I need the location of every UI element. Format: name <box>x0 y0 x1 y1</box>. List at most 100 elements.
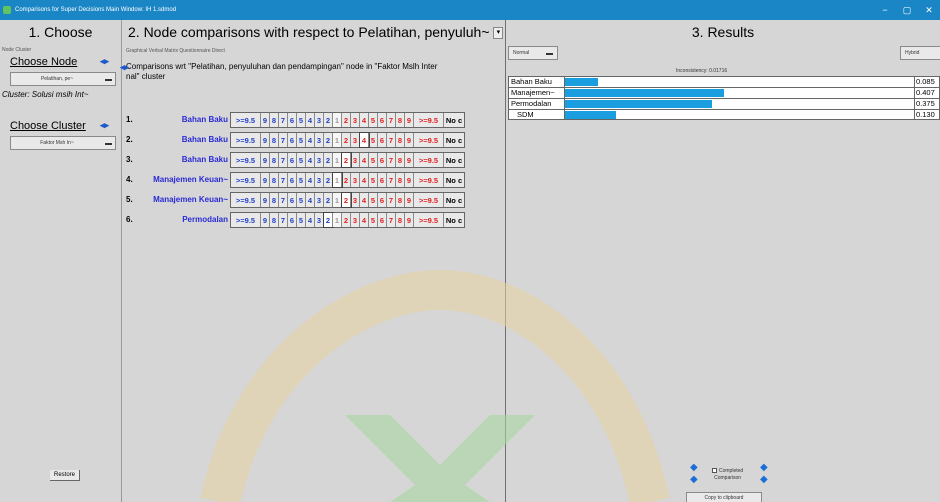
no-comparison-cell[interactable]: No c <box>444 193 464 207</box>
scale-cell-right[interactable]: 5 <box>369 113 378 127</box>
scale-cell-right[interactable]: 4 <box>360 213 369 227</box>
scale-cell-left[interactable]: 8 <box>270 193 279 207</box>
scale-cell-equal[interactable]: 1 <box>333 153 342 167</box>
scale-cell-left[interactable]: >=9.5 <box>231 173 261 187</box>
scale-cell-right[interactable]: 4 <box>359 132 370 148</box>
scale-cell-right[interactable]: 7 <box>387 133 396 147</box>
hybrid-select[interactable]: Hybrid <box>900 46 940 60</box>
scale-cell-equal[interactable]: 1 <box>332 172 343 188</box>
scale-cell-right[interactable]: 3 <box>351 133 360 147</box>
cluster-select[interactable]: Faktor Msh In~ <box>10 136 116 150</box>
scale-cell-left[interactable]: >=9.5 <box>231 193 261 207</box>
scale-cell-equal[interactable]: 1 <box>333 193 342 207</box>
scale-cell-left[interactable]: 6 <box>288 173 297 187</box>
next-arrow-icon[interactable]: ◆ <box>760 462 768 473</box>
no-comparison-cell[interactable]: No c <box>444 213 464 227</box>
scale-cell-left[interactable]: 7 <box>279 133 288 147</box>
scale-cell-right[interactable]: 2 <box>342 173 351 187</box>
prev-arrow-icon-2[interactable]: ◆ <box>690 474 698 485</box>
scale-cell-right[interactable]: 7 <box>387 153 396 167</box>
node-select[interactable]: Pelatihan, pe~ <box>10 72 116 86</box>
scale-cell-right[interactable]: 8 <box>396 173 405 187</box>
scale-cell-right[interactable]: 2 <box>341 152 352 168</box>
next-arrow-icon-2[interactable]: ◆ <box>760 474 768 485</box>
scale-cell-right[interactable]: 2 <box>342 113 351 127</box>
scale-cell-right[interactable]: 5 <box>369 133 378 147</box>
scale-cell-right[interactable]: 3 <box>351 193 360 207</box>
comparison-mode-tabs[interactable]: Graphical Verbal Matrix Questionnaire Di… <box>126 48 225 54</box>
no-comparison-cell[interactable]: No c <box>444 173 464 187</box>
scale-cell-right[interactable]: 6 <box>378 153 387 167</box>
scale-cell-left[interactable]: 9 <box>261 133 270 147</box>
scale-cell-right[interactable]: 2 <box>342 213 351 227</box>
scale-cell-left[interactable]: 8 <box>270 113 279 127</box>
scale-cell-right[interactable]: 4 <box>360 113 369 127</box>
checkbox-icon[interactable] <box>712 468 717 474</box>
scale-cell-left[interactable]: 9 <box>261 153 270 167</box>
scale-cell-left[interactable]: 7 <box>279 173 288 187</box>
scale-cell-left[interactable]: 6 <box>288 153 297 167</box>
scale-cell-left[interactable]: >=9.5 <box>231 213 261 227</box>
scale-cell-left[interactable]: 8 <box>270 133 279 147</box>
scale-cell-left[interactable]: 3 <box>315 133 324 147</box>
scale-cell-right[interactable]: >=9.5 <box>414 133 444 147</box>
scale-cell-left[interactable]: 8 <box>270 173 279 187</box>
completed-comparison-checkbox[interactable]: Completed Comparison <box>712 468 743 482</box>
scale-cell-left[interactable]: 5 <box>297 173 306 187</box>
node-nav-arrows-icon[interactable]: ◂▸ <box>100 56 109 67</box>
mode-select[interactable]: Normal <box>508 46 558 60</box>
no-comparison-cell[interactable]: No c <box>444 153 464 167</box>
scale-cell-right[interactable]: 2 <box>342 133 351 147</box>
node-cluster-tabs[interactable]: Node Cluster <box>2 47 31 53</box>
scale-cell-right[interactable]: 8 <box>396 193 405 207</box>
scale-cell-right[interactable]: 5 <box>369 173 378 187</box>
scale-cell-right[interactable]: >=9.5 <box>414 113 444 127</box>
scale-cell-left[interactable]: 4 <box>306 133 315 147</box>
scale-cell-right[interactable]: >=9.5 <box>414 193 444 207</box>
scale-cell-right[interactable]: 3 <box>351 213 360 227</box>
scale-cell-left[interactable]: 3 <box>315 173 324 187</box>
scale-cell-right[interactable]: 3 <box>351 153 360 167</box>
close-button[interactable]: ✕ <box>918 5 940 16</box>
scale-cell-left[interactable]: 7 <box>279 213 288 227</box>
scale-cell-right[interactable]: 7 <box>387 113 396 127</box>
scale-cell-right[interactable]: 5 <box>369 213 378 227</box>
scale-cell-right[interactable]: 9 <box>405 113 414 127</box>
scale-cell-left[interactable]: 3 <box>315 113 324 127</box>
scale-cell-right[interactable]: 9 <box>405 173 414 187</box>
no-comparison-cell[interactable]: No c <box>444 113 464 127</box>
scale-cell-equal[interactable]: 1 <box>333 113 342 127</box>
scale-cell-left[interactable]: >=9.5 <box>231 113 261 127</box>
scale-cell-right[interactable]: >=9.5 <box>414 173 444 187</box>
scale-cell-right[interactable]: 9 <box>405 153 414 167</box>
scale-cell-right[interactable]: 6 <box>378 213 387 227</box>
scale-cell-left[interactable]: 2 <box>324 113 333 127</box>
scale-cell-right[interactable]: 6 <box>378 113 387 127</box>
scale-cell-left[interactable]: 6 <box>288 213 297 227</box>
scale-cell-left[interactable]: 3 <box>315 153 324 167</box>
scale-cell-left[interactable]: 3 <box>315 213 324 227</box>
scale-cell-right[interactable]: >=9.5 <box>414 153 444 167</box>
scale-cell-right[interactable]: 9 <box>405 193 414 207</box>
scale-cell-left[interactable]: 3 <box>315 193 324 207</box>
scale-cell-right[interactable]: 6 <box>378 193 387 207</box>
scale-cell-right[interactable]: 4 <box>360 193 369 207</box>
scale-cell-left[interactable]: 2 <box>324 193 333 207</box>
scale-cell-right[interactable]: 5 <box>369 153 378 167</box>
scale-cell-right[interactable]: 8 <box>396 133 405 147</box>
scale-cell-left[interactable]: 2 <box>324 173 333 187</box>
prev-arrow-icon[interactable]: ◆ <box>690 462 698 473</box>
scale-cell-left[interactable]: 2 <box>324 153 333 167</box>
no-comparison-cell[interactable]: No c <box>444 133 464 147</box>
scale-cell-left[interactable]: 2 <box>323 212 334 228</box>
cluster-nav-arrows-icon[interactable]: ◂▸ <box>100 120 109 131</box>
scale-cell-left[interactable]: 4 <box>306 153 315 167</box>
scale-cell-left[interactable]: 4 <box>306 113 315 127</box>
scale-cell-right[interactable]: 9 <box>405 133 414 147</box>
scale-cell-left[interactable]: 6 <box>288 193 297 207</box>
scale-cell-left[interactable]: 9 <box>261 113 270 127</box>
scale-cell-left[interactable]: 8 <box>270 153 279 167</box>
scale-cell-right[interactable]: 2 <box>341 192 352 208</box>
scale-cell-right[interactable]: 5 <box>369 193 378 207</box>
scale-cell-left[interactable]: 2 <box>324 133 333 147</box>
